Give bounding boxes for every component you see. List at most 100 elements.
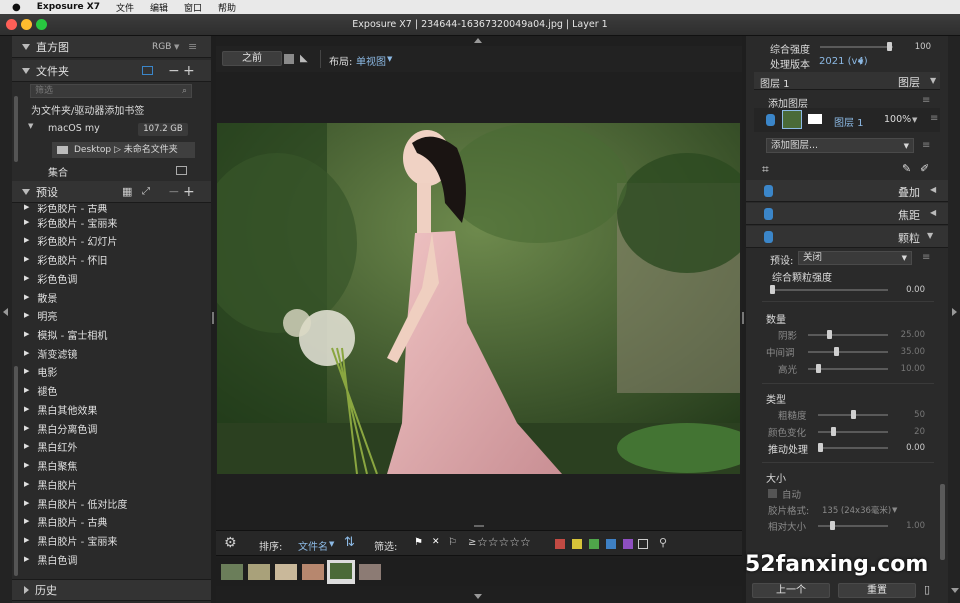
presets-header[interactable]: 预设 ▦ ⤢ − +: [12, 181, 211, 203]
layer-thumbnail[interactable]: [782, 110, 802, 129]
grain-section-header[interactable]: 颗粒 ▼: [746, 226, 948, 248]
left-collapse-strip[interactable]: [0, 36, 12, 603]
scroll-down-icon[interactable]: [951, 588, 959, 593]
preset-item[interactable]: ▶ 黑白其他效果: [24, 400, 208, 419]
auto-checkbox[interactable]: [768, 489, 777, 498]
chevron-left-icon[interactable]: ◀: [930, 208, 936, 217]
chevron-down-icon[interactable]: ▼: [387, 55, 392, 63]
chevron-down-icon[interactable]: ▼: [930, 76, 936, 85]
collection-item[interactable]: 集合: [48, 164, 68, 179]
thumbnail[interactable]: [302, 564, 324, 580]
overlay-section-header[interactable]: 叠加 ◀: [746, 180, 948, 202]
shadows-slider[interactable]: [808, 330, 888, 339]
previous-button[interactable]: 上一个: [752, 583, 830, 598]
resize-handle[interactable]: [474, 525, 484, 527]
menu-icon[interactable]: ≡: [930, 113, 938, 124]
history-header[interactable]: 历史: [12, 579, 211, 601]
layer-options-icon[interactable]: ≡: [922, 140, 930, 151]
folders-scrollbar[interactable]: [14, 96, 18, 162]
grain-overall-slider[interactable]: [770, 285, 888, 294]
sort-dropdown[interactable]: 文件名: [298, 538, 328, 553]
before-button[interactable]: 之前: [222, 51, 282, 66]
color-label-green[interactable]: [589, 539, 599, 549]
preset-item[interactable]: ▶ 黑白胶片 - 低对比度: [24, 494, 208, 513]
preset-item[interactable]: ▶ 明亮: [24, 306, 208, 325]
brush-icon[interactable]: ✐: [920, 162, 929, 175]
preset-item[interactable]: ▶ 电影: [24, 362, 208, 381]
collapse-top-icon[interactable]: [474, 38, 482, 43]
add-icon[interactable]: +: [183, 63, 195, 79]
eyedropper-icon[interactable]: ✎: [902, 162, 911, 175]
apple-icon[interactable]: ●: [12, 2, 21, 13]
preset-item[interactable]: ▶ 彩色胶片 - 幻灯片: [24, 231, 208, 250]
right-collapse-strip[interactable]: [948, 36, 960, 603]
preset-item[interactable]: ▶ 彩色胶片 - 宝丽来: [24, 213, 208, 232]
add-drive-icon[interactable]: [142, 66, 153, 75]
layer-label[interactable]: 图层 1: [834, 114, 864, 129]
grain-toggle[interactable]: [764, 231, 773, 243]
preset-item[interactable]: ▶ 黑白胶片 - 古典: [24, 512, 208, 531]
menu-icon[interactable]: ≡: [922, 95, 930, 106]
expand-drive-icon[interactable]: ▼: [28, 122, 33, 130]
focus-section-header[interactable]: 焦距 ◀: [746, 203, 948, 225]
gear-icon[interactable]: ⚙: [224, 535, 237, 551]
brush-icon[interactable]: ◣: [300, 53, 308, 64]
preset-item[interactable]: ▶ 彩色胶片 - 怀旧: [24, 250, 208, 269]
color-label-blue[interactable]: [606, 539, 616, 549]
splitter-left[interactable]: [212, 312, 214, 324]
app-menu[interactable]: Exposure X7: [37, 2, 100, 12]
star-rating-filter[interactable]: ☆☆☆☆☆: [477, 535, 531, 549]
preset-item[interactable]: ▶ 黑白胶片 - 宝丽来: [24, 531, 208, 550]
roughness-slider[interactable]: [818, 410, 888, 419]
zoom-button[interactable]: [36, 19, 47, 30]
thumbnail[interactable]: [248, 564, 270, 580]
folder-path-item[interactable]: Desktop ▷ 未命名文件夹: [52, 142, 195, 158]
splitter-right[interactable]: [742, 312, 744, 324]
collapse-left-icon[interactable]: [3, 308, 8, 316]
preset-item[interactable]: ▶ 黑白红外: [24, 437, 208, 456]
panel-toggle-icon[interactable]: ▯: [924, 583, 930, 596]
overlay-toggle[interactable]: [764, 185, 773, 197]
film-format-dropdown[interactable]: 135 (24x36毫米): [822, 504, 891, 516]
preset-item[interactable]: ▶ 模拟 - 富士相机: [24, 325, 208, 344]
remove-preset-icon[interactable]: −: [168, 184, 180, 200]
chevron-down-icon[interactable]: ▼: [329, 540, 334, 548]
add-preset-icon[interactable]: +: [183, 184, 195, 200]
chevron-down-icon[interactable]: ▼: [858, 58, 863, 66]
preset-item[interactable]: ▶ 黑白分离色调: [24, 419, 208, 438]
remove-icon[interactable]: −: [168, 63, 180, 79]
color-label-purple[interactable]: [623, 539, 633, 549]
reset-button[interactable]: 重置: [838, 583, 916, 598]
layout-dropdown[interactable]: 单视图: [356, 53, 386, 68]
crop-icon[interactable]: ⌗: [762, 162, 769, 177]
preset-item[interactable]: ▶ 黑白色调: [24, 550, 208, 569]
folders-header[interactable]: 文件夹 − +: [12, 60, 211, 82]
grid-view-icon[interactable]: ▦: [122, 185, 132, 198]
collapse-right-icon[interactable]: [952, 308, 957, 316]
color-label-none[interactable]: [638, 539, 648, 549]
thumbnail[interactable]: [275, 564, 297, 580]
menu-icon[interactable]: ≡: [188, 40, 197, 53]
eyedropper-icon[interactable]: ⚲: [659, 536, 667, 549]
collapse-bottom-icon[interactable]: [474, 594, 482, 599]
folder-filter-input[interactable]: 筛选 ⌕: [30, 84, 192, 98]
layer-mask[interactable]: [808, 114, 822, 124]
midtones-slider[interactable]: [808, 347, 888, 356]
compare-icon[interactable]: [284, 54, 294, 64]
close-button[interactable]: [6, 19, 17, 30]
preset-item[interactable]: ▶ 褪色: [24, 381, 208, 400]
grain-preset-dropdown[interactable]: 关闭 ▼: [798, 251, 912, 265]
color-label-red[interactable]: [555, 539, 565, 549]
layer-opacity[interactable]: 100%: [884, 114, 911, 125]
collection-icon[interactable]: [176, 166, 187, 175]
thumbnail[interactable]: [359, 564, 381, 580]
drive-name[interactable]: macOS my: [48, 123, 100, 134]
unflagged-icon[interactable]: ⚐: [448, 537, 457, 548]
chevron-down-icon[interactable]: ▼: [927, 231, 933, 240]
flag-icon[interactable]: ⚑: [414, 537, 423, 548]
thumbnail[interactable]: [221, 564, 243, 580]
expand-icon[interactable]: ⤢: [142, 186, 150, 197]
sort-direction-icon[interactable]: ⇅: [344, 535, 355, 550]
chevron-left-icon[interactable]: ◀: [930, 185, 936, 194]
add-layer-dropdown[interactable]: 添加图层... ▼: [766, 138, 914, 153]
